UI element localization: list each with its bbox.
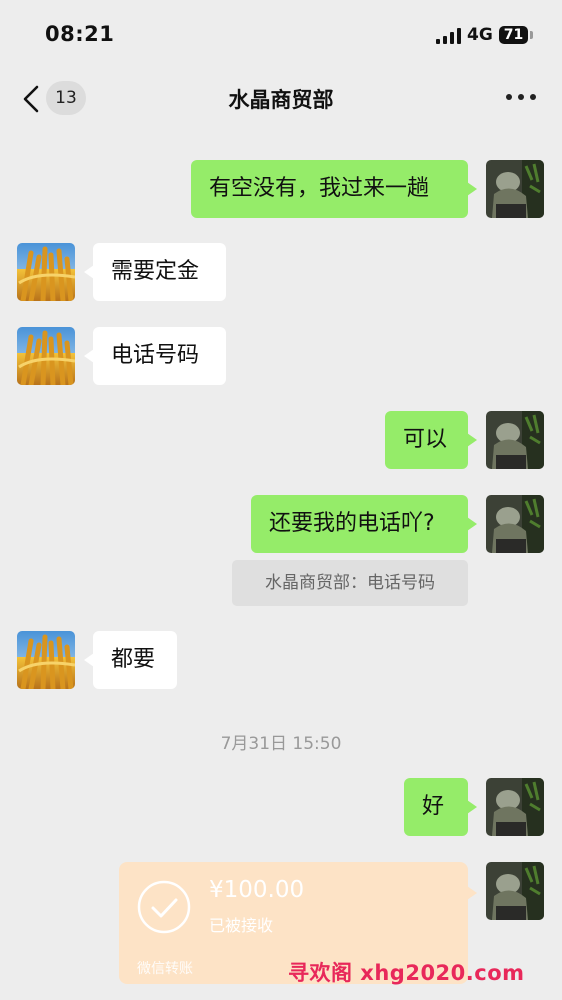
contact-avatar[interactable] xyxy=(17,327,75,385)
chat-title: 水晶商贸部 xyxy=(228,88,334,112)
watermark: 寻欢阁 xhg2020.com xyxy=(288,961,525,985)
status-bar: 08:21 4G 71 xyxy=(0,0,562,70)
contact-avatar[interactable] xyxy=(17,631,75,689)
chat-header: 13 水晶商贸部 xyxy=(0,70,562,130)
chat-timestamp: 7月31日 15:50 xyxy=(220,734,342,754)
check-circle-icon xyxy=(137,880,191,934)
my-avatar[interactable] xyxy=(486,160,544,218)
message-bubble-outgoing[interactable]: 有空没有，我过来一趟 xyxy=(191,160,477,218)
signal-icon xyxy=(436,28,462,44)
battery-tip xyxy=(530,31,533,39)
network-type: 4G xyxy=(467,25,493,45)
message-bubble-outgoing[interactable]: 好 xyxy=(404,778,477,836)
battery-icon: 71 xyxy=(499,26,528,44)
my-avatar[interactable] xyxy=(486,411,544,469)
transfer-amount: ¥100.00 xyxy=(209,877,305,903)
contact-avatar[interactable] xyxy=(17,243,75,301)
quoted-message[interactable]: 水晶商贸部：电话号码 xyxy=(232,560,468,606)
transfer-status: 已被接收 xyxy=(209,916,274,935)
message-bubble-incoming[interactable]: 电话号码 xyxy=(84,327,226,385)
message-bubble-outgoing[interactable]: 可以 xyxy=(385,411,477,469)
my-avatar[interactable] xyxy=(486,778,544,836)
transfer-type-label: 微信转账 xyxy=(137,961,193,977)
message-bubble-incoming[interactable]: 需要定金 xyxy=(84,243,226,301)
more-options-icon[interactable] xyxy=(506,94,538,102)
my-avatar[interactable] xyxy=(486,862,544,920)
status-time: 08:21 xyxy=(45,22,115,46)
message-bubble-incoming[interactable]: 都要 xyxy=(84,631,177,689)
message-bubble-outgoing[interactable]: 还要我的电话吖? xyxy=(251,495,477,553)
my-avatar[interactable] xyxy=(486,495,544,553)
